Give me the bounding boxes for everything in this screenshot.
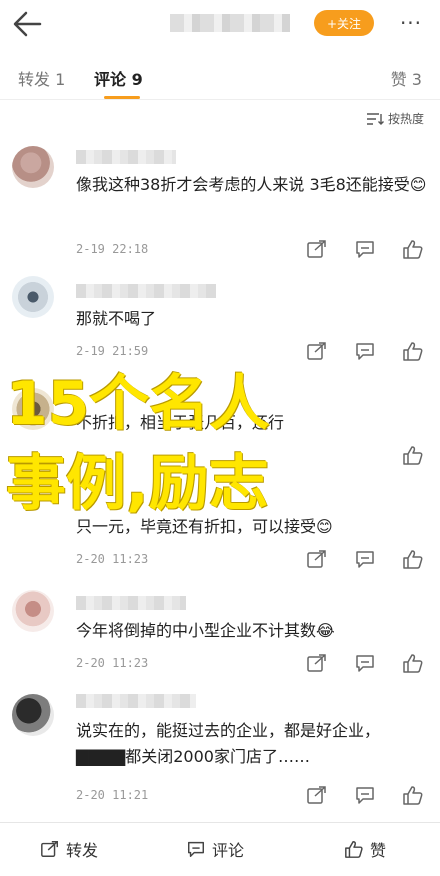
comment-actions <box>306 340 426 362</box>
thumbs-up-icon[interactable] <box>402 652 424 674</box>
avatar[interactable] <box>12 590 54 632</box>
comment-time: 2-20 11:23 <box>76 552 149 566</box>
sort-icon <box>366 112 384 125</box>
follow-button[interactable]: +关注 <box>314 10 374 36</box>
avatar[interactable] <box>12 694 54 736</box>
comment-text: 今年将倒掉的中小型企业不计其数😂 <box>76 621 335 640</box>
share-icon[interactable] <box>306 652 328 674</box>
reply-icon[interactable] <box>354 784 376 806</box>
comment-time: 2-19 22:18 <box>76 242 149 256</box>
share-icon <box>41 841 58 857</box>
reply-icon[interactable] <box>354 238 376 260</box>
comment-button[interactable]: 评论 <box>186 837 244 861</box>
avatar[interactable] <box>12 276 54 318</box>
share-icon[interactable] <box>306 238 328 260</box>
comment-text: 说实在的，能挺过去的企业，都是好企业，▇▇▇▇都关闭2000家门店了…… <box>76 721 381 766</box>
tab-reposts[interactable]: 转发 1 <box>18 66 65 90</box>
comment-actions <box>306 238 426 260</box>
thumbs-up-icon <box>345 841 363 858</box>
more-options-icon[interactable]: ··· <box>396 10 426 36</box>
comment-actions <box>306 548 426 570</box>
blurred-username[interactable] <box>76 150 176 164</box>
like-label: 赞 <box>370 841 387 860</box>
thumbs-up-icon[interactable] <box>402 340 424 362</box>
thumbs-up-icon[interactable] <box>402 444 424 466</box>
repost-label: 转发 <box>66 841 99 860</box>
comment-text: 不折扣，相当于张几百，还行 <box>76 413 285 432</box>
avatar[interactable] <box>12 146 54 188</box>
avatar[interactable] <box>12 388 54 430</box>
blurred-username <box>170 14 290 32</box>
sort-by-hotness[interactable]: 按热度 <box>366 110 424 127</box>
tab-likes[interactable]: 赞 3 <box>391 66 422 90</box>
comment-time: 2-20 11:23 <box>76 656 149 670</box>
top-bar: +关注 ··· <box>0 0 440 48</box>
thumbs-up-icon[interactable] <box>402 784 424 806</box>
comment-time: 2-19 21:59 <box>76 344 149 358</box>
back-arrow-icon[interactable] <box>10 8 44 40</box>
thumbs-up-icon[interactable] <box>402 238 424 260</box>
comment-icon <box>188 841 204 857</box>
share-icon[interactable] <box>306 784 328 806</box>
comment-text: 只一元，毕竟还有折扣，可以接受😊 <box>76 517 333 536</box>
share-icon[interactable] <box>306 340 328 362</box>
like-button[interactable]: 赞 <box>344 837 386 861</box>
share-icon[interactable] <box>306 548 328 570</box>
blurred-username[interactable] <box>76 596 186 610</box>
reply-icon[interactable] <box>354 548 376 570</box>
tab-bar: 转发 1 评论 9 赞 3 <box>0 56 440 100</box>
comment-time: 2-20 11:21 <box>76 788 149 802</box>
comment-text: 那就不喝了 <box>76 309 157 328</box>
tab-comments[interactable]: 评论 9 <box>94 66 143 90</box>
comment-actions <box>306 784 426 806</box>
comment-text: 像我这种38折才会考虑的人来说 3毛8还能接受😊 <box>76 175 427 194</box>
active-tab-indicator <box>104 96 140 99</box>
reply-icon[interactable] <box>354 652 376 674</box>
blurred-username[interactable] <box>76 694 196 708</box>
bottom-action-bar: 转发 评论 赞 <box>0 822 440 876</box>
comment-actions <box>306 652 426 674</box>
sort-label: 按热度 <box>387 112 424 126</box>
comment-label: 评论 <box>212 841 245 860</box>
thumbs-up-icon[interactable] <box>402 548 424 570</box>
blurred-username[interactable] <box>76 284 216 298</box>
comment-actions <box>306 444 426 466</box>
repost-button[interactable]: 转发 <box>40 837 98 861</box>
overlay-line-2: 事例,励志 <box>6 449 269 519</box>
reply-icon[interactable] <box>354 340 376 362</box>
